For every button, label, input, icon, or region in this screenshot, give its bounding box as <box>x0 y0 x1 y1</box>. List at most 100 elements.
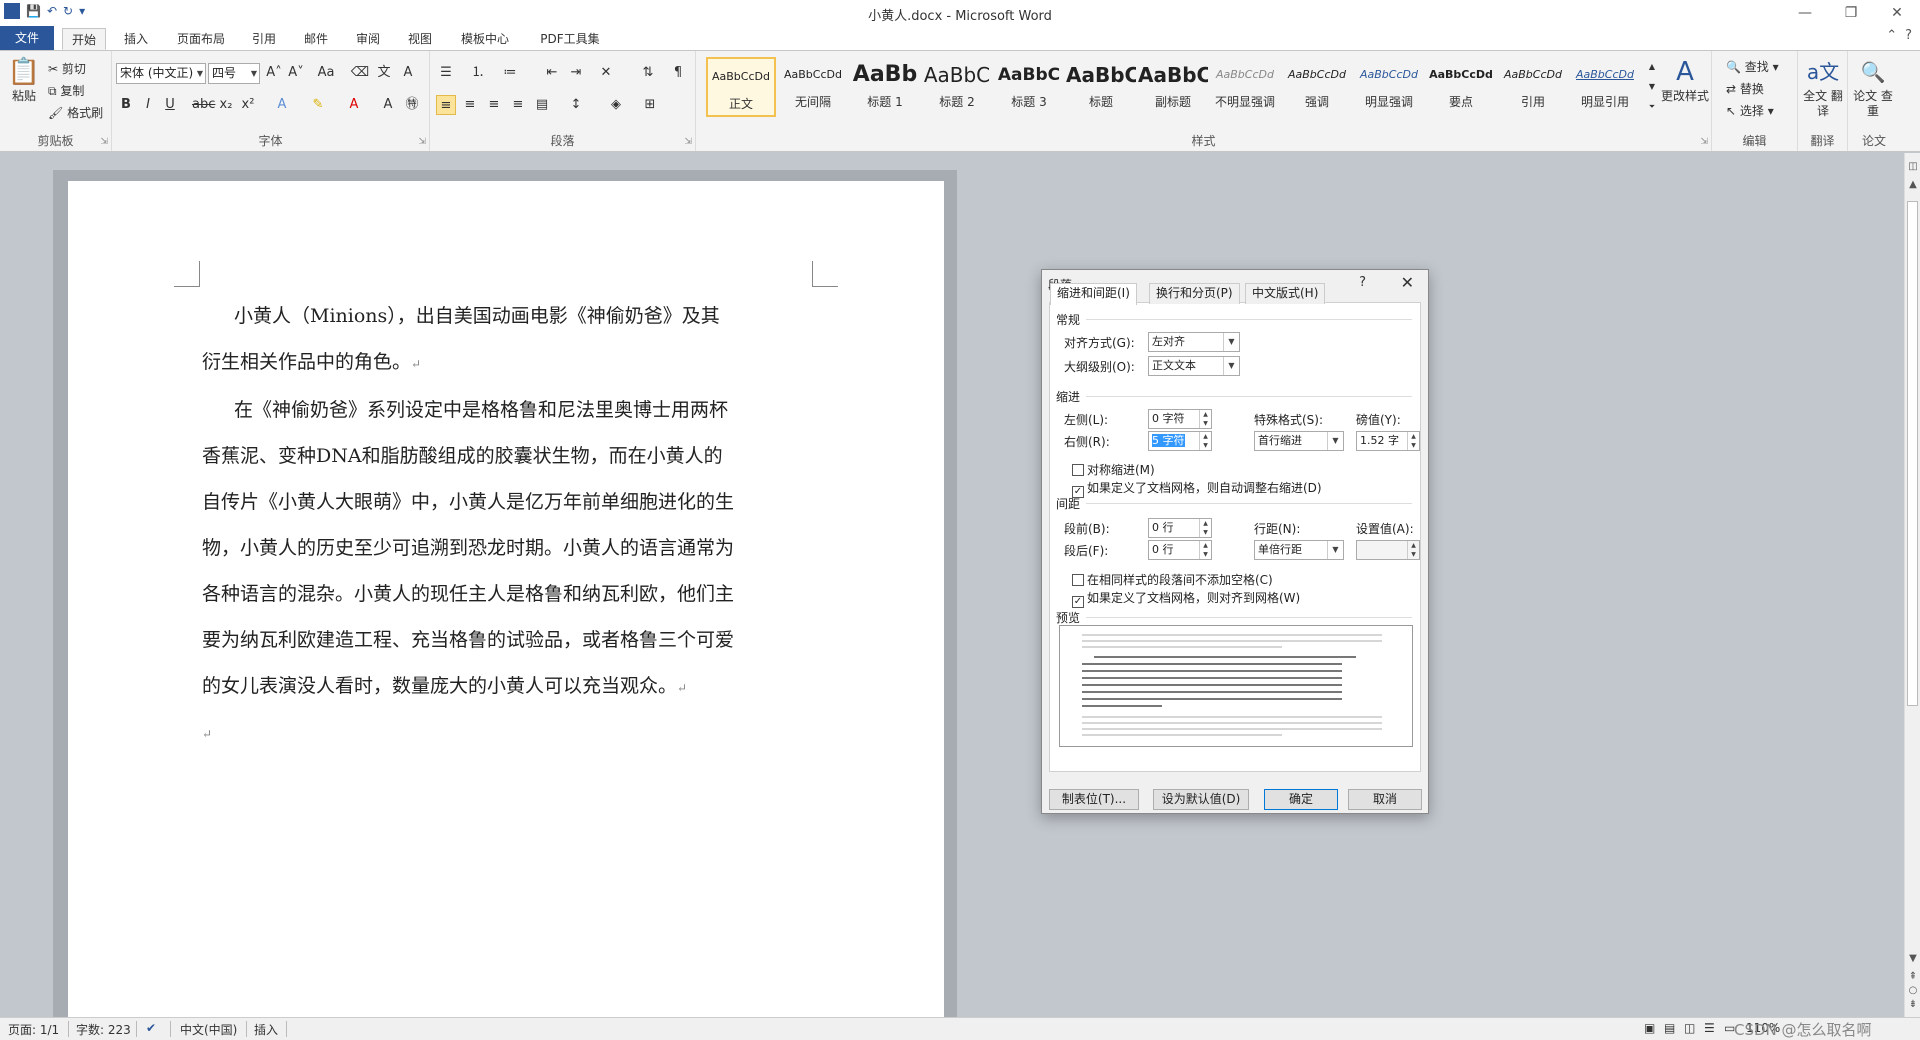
paste-button[interactable]: 📋 粘贴 <box>6 55 42 104</box>
numbering-icon[interactable]: ⒈ <box>468 63 488 83</box>
font-name-combo[interactable]: 宋体 (中文正) ▼ <box>116 63 206 84</box>
minimize-icon[interactable]: — <box>1782 0 1828 26</box>
tab-page-layout[interactable]: 页面布局 <box>168 28 234 50</box>
change-styles-button[interactable]: A 更改样式 <box>1658 55 1712 104</box>
tab-home[interactable]: 开始 <box>62 28 106 50</box>
status-language[interactable]: 中文(中国) <box>180 1021 237 1038</box>
tab-view[interactable]: 视图 <box>400 28 440 50</box>
font-launcher-icon[interactable]: ⇲ <box>418 137 426 147</box>
tab-line-page-breaks[interactable]: 换行和分页(P) <box>1149 283 1240 304</box>
tab-review[interactable]: 审阅 <box>348 28 388 50</box>
tab-asian-typography[interactable]: 中文版式(H) <box>1245 283 1326 304</box>
style-emphasis[interactable]: AaBbCcDd 强调 <box>1282 57 1352 117</box>
font-color-icon[interactable]: A <box>344 95 364 115</box>
style-heading-2[interactable]: AaBbC 标题 2 <box>922 57 992 117</box>
sort-icon[interactable]: ⇅ <box>638 63 658 83</box>
bullets-icon[interactable]: ☰ <box>436 63 456 83</box>
style-heading-3[interactable]: AaBbC 标题 3 <box>994 57 1064 117</box>
decrease-indent-icon[interactable]: ⇤ <box>542 63 562 83</box>
auto-adjust-indent-checkbox[interactable]: ✓ 如果定义了文档网格，则自动调整右缩进(D) <box>1072 479 1322 498</box>
collapse-ribbon-icon[interactable]: ⌃ <box>1886 28 1897 43</box>
highlight-icon[interactable]: ✎ <box>308 95 328 115</box>
style-subtle-emphasis[interactable]: AaBbCcDd 不明显强调 <box>1210 57 1280 117</box>
align-right-icon[interactable]: ≡ <box>484 95 504 115</box>
replace-button[interactable]: ⇄ 替换 <box>1726 79 1764 99</box>
prev-page-icon[interactable]: ⇞ <box>1907 971 1919 982</box>
increase-indent-icon[interactable]: ⇥ <box>566 63 586 83</box>
tab-mailings[interactable]: 邮件 <box>296 28 336 50</box>
outline-level-select[interactable]: 正文文本 ▼ <box>1148 356 1240 376</box>
spacing-at-input[interactable]: ▲ ▼ <box>1356 540 1420 560</box>
clear-format-icon[interactable]: ⌫ <box>350 63 370 83</box>
full-translate-button[interactable]: a文 全文 翻译 <box>1800 55 1846 119</box>
style-heading-1[interactable]: AaBb 标题 1 <box>850 57 920 117</box>
clipboard-launcher-icon[interactable]: ⇲ <box>100 137 108 147</box>
special-indent-select[interactable]: 首行缩进 ▼ <box>1254 431 1344 451</box>
tab-insert[interactable]: 插入 <box>114 28 158 50</box>
shrink-font-icon[interactable]: A˅ <box>286 63 306 83</box>
document-page[interactable]: 小黄人（Minions），出自美国动画电影《神偷奶爸》及其衍生相关作品中的角色。… <box>68 181 944 1017</box>
select-button[interactable]: ↖ 选择 ▾ <box>1726 101 1774 121</box>
status-insert-mode[interactable]: 插入 <box>254 1021 278 1038</box>
status-page[interactable]: 页面: 1/1 <box>8 1021 59 1038</box>
spacing-after-input[interactable]: 0 行 ▲ ▼ <box>1148 540 1212 560</box>
tab-references[interactable]: 引用 <box>244 28 284 50</box>
text-effects-icon[interactable]: A <box>272 95 292 115</box>
grow-font-icon[interactable]: A˄ <box>264 63 284 83</box>
font-size-combo[interactable]: 四号 ▼ <box>208 63 260 84</box>
style-strong[interactable]: AaBbCcDd 要点 <box>1426 57 1496 117</box>
style-subtitle[interactable]: AaBbC 副标题 <box>1138 57 1208 117</box>
char-border-icon[interactable]: A <box>398 63 418 83</box>
subscript-icon[interactable]: x₂ <box>216 95 236 115</box>
mirror-indents-checkbox[interactable]: 对称缩进(M) <box>1072 461 1155 478</box>
help-icon[interactable]: ? <box>1359 275 1366 290</box>
indent-right-input[interactable]: 5 字符 ▲ ▼ <box>1148 431 1212 451</box>
view-fullscreen-icon[interactable]: ▤ <box>1664 1021 1675 1035</box>
scroll-up-icon[interactable]: ▲ <box>1907 179 1919 190</box>
scroll-down-icon[interactable]: ▼ <box>1907 953 1919 964</box>
tab-indents-spacing[interactable]: 缩进和间距(I) <box>1050 283 1137 305</box>
help-icon[interactable]: ? <box>1905 28 1912 43</box>
style-normal[interactable]: AaBbCcDd 正文 <box>706 57 776 117</box>
change-case-icon[interactable]: Aa <box>316 63 336 83</box>
no-space-same-style-checkbox[interactable]: 在相同样式的段落间不添加空格(C) <box>1072 571 1273 588</box>
close-icon[interactable]: ✕ <box>1401 273 1414 292</box>
enclose-char-icon[interactable]: ㊕ <box>402 95 422 115</box>
next-page-icon[interactable]: ⇟ <box>1907 999 1919 1010</box>
view-outline-icon[interactable]: ☰ <box>1704 1021 1715 1035</box>
style-no-spacing[interactable]: AaBbCcDd 无间隔 <box>778 57 848 117</box>
indent-by-input[interactable]: 1.52 字 ▲ ▼ <box>1356 431 1420 451</box>
chinese-layout-icon[interactable]: ✕ <box>596 63 616 83</box>
show-marks-icon[interactable]: ¶ <box>668 63 688 83</box>
thesis-check-button[interactable]: 🔍 论文 查重 <box>1850 55 1896 119</box>
scroll-thumb[interactable] <box>1907 201 1918 706</box>
underline-icon[interactable]: U <box>160 95 180 115</box>
italic-icon[interactable]: I <box>138 95 158 115</box>
ruler-toggle-icon[interactable]: ◫ <box>1907 161 1919 172</box>
style-intense-emphasis[interactable]: AaBbCcDd 明显强调 <box>1354 57 1424 117</box>
superscript-icon[interactable]: x² <box>238 95 258 115</box>
distribute-icon[interactable]: ▤ <box>532 95 552 115</box>
tab-pdf-tools[interactable]: PDF工具集 <box>530 28 610 50</box>
align-center-icon[interactable]: ≡ <box>460 95 480 115</box>
multilevel-list-icon[interactable]: ≔ <box>500 63 520 83</box>
restore-icon[interactable]: ❐ <box>1828 0 1874 26</box>
style-intense-quote[interactable]: AaBbCcDd 明显引用 <box>1570 57 1640 117</box>
spinner-icon[interactable]: ▲ ▼ <box>1407 432 1419 450</box>
snap-to-grid-checkbox[interactable]: ✓ 如果定义了文档网格，则对齐到网格(W) <box>1072 589 1300 608</box>
status-words[interactable]: 字数: 223 <box>76 1021 131 1038</box>
style-title[interactable]: AaBbC 标题 <box>1066 57 1136 117</box>
indent-left-input[interactable]: 0 字符 ▲ ▼ <box>1148 409 1212 429</box>
spinner-icon[interactable]: ▲ ▼ <box>1407 541 1419 559</box>
tabs-button[interactable]: 制表位(T)... <box>1049 789 1139 810</box>
tab-template-center[interactable]: 模板中心 <box>452 28 518 50</box>
document-body[interactable]: 小黄人（Minions），出自美国动画电影《神偷奶爸》及其衍生相关作品中的角色。… <box>202 293 738 757</box>
cancel-button[interactable]: 取消 <box>1348 789 1422 810</box>
view-print-layout-icon[interactable]: ▣ <box>1644 1021 1655 1035</box>
bold-icon[interactable]: B <box>116 95 136 115</box>
spacing-before-input[interactable]: 0 行 ▲ ▼ <box>1148 518 1212 538</box>
strikethrough-icon[interactable]: abc <box>192 95 215 115</box>
alignment-select[interactable]: 左对齐 ▼ <box>1148 332 1240 352</box>
view-web-icon[interactable]: ◫ <box>1684 1021 1695 1035</box>
format-painter-button[interactable]: 🖌 格式刷 <box>48 103 103 123</box>
